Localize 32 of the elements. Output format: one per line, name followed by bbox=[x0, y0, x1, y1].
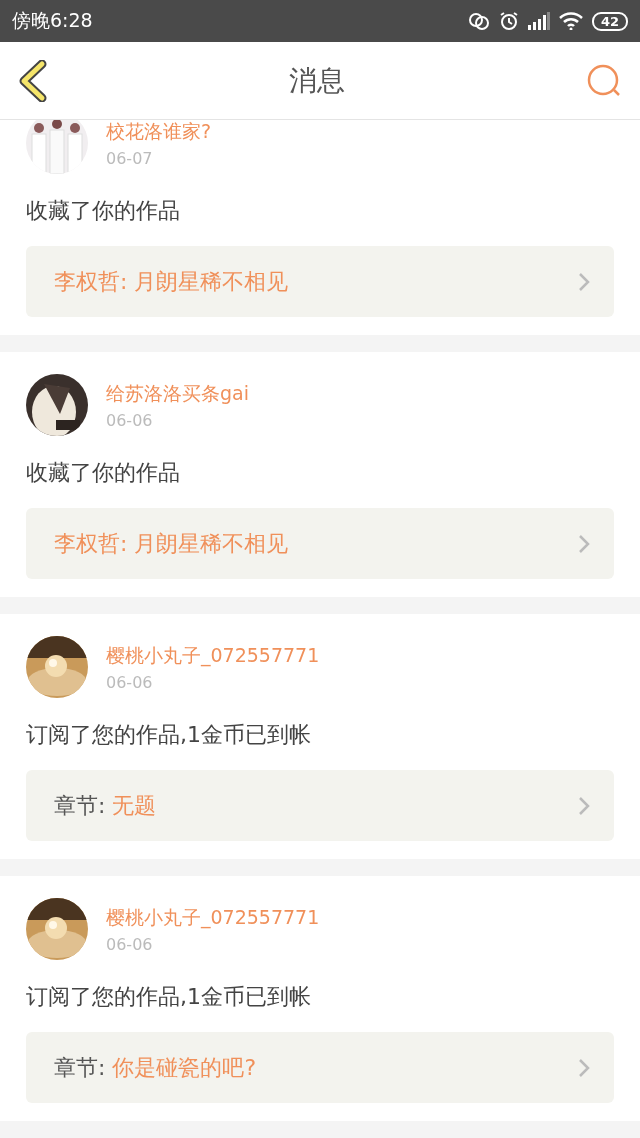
chevron-right-icon bbox=[578, 795, 590, 816]
status-time: 傍晚6:28 bbox=[12, 8, 93, 33]
message-text: 收藏了你的作品 bbox=[26, 459, 181, 487]
message-date: 06-07 bbox=[106, 148, 154, 168]
battery-indicator: 42 bbox=[591, 11, 628, 31]
work-link[interactable]: 章节: 你是碰瓷的吧? bbox=[26, 1032, 614, 1103]
work-link[interactable]: 李权哲: 月朗星稀不相见 bbox=[26, 508, 614, 579]
back-icon[interactable] bbox=[18, 59, 48, 102]
work-title: 李权哲: 月朗星稀不相见 bbox=[54, 267, 289, 296]
message-date: 06-06 bbox=[106, 934, 154, 954]
alarm-icon bbox=[498, 11, 519, 31]
user-name[interactable]: 樱桃小丸子_072557771 bbox=[106, 642, 320, 669]
work-link[interactable]: 李权哲: 月朗星稀不相见 bbox=[26, 246, 614, 317]
work-link[interactable]: 章节: 无题 bbox=[26, 770, 614, 841]
user-name[interactable]: 樱桃小丸子_072557771 bbox=[106, 904, 320, 931]
message-text: 收藏了你的作品 bbox=[26, 197, 181, 225]
work-title: 章节: 你是碰瓷的吧? bbox=[54, 1053, 257, 1082]
user-name[interactable]: 校花洛谁家? bbox=[106, 120, 212, 145]
chevron-right-icon bbox=[578, 271, 590, 292]
work-title: 李权哲: 月朗星稀不相见 bbox=[54, 529, 289, 558]
message-date: 06-06 bbox=[106, 410, 154, 430]
signal-icon bbox=[527, 12, 550, 30]
work-title: 章节: 无题 bbox=[54, 791, 157, 820]
message-text: 订阅了您的作品,1金币已到帐 bbox=[26, 983, 312, 1011]
wifi-icon bbox=[558, 12, 583, 30]
page-title: 消息 bbox=[289, 62, 345, 99]
message-date: 06-06 bbox=[106, 672, 154, 692]
chevron-right-icon bbox=[578, 1057, 590, 1078]
chevron-right-icon bbox=[578, 533, 590, 554]
link-icon bbox=[467, 11, 490, 31]
message-text: 订阅了您的作品,1金币已到帐 bbox=[26, 721, 312, 749]
user-name[interactable]: 给苏洛洛买条gai bbox=[106, 380, 249, 407]
